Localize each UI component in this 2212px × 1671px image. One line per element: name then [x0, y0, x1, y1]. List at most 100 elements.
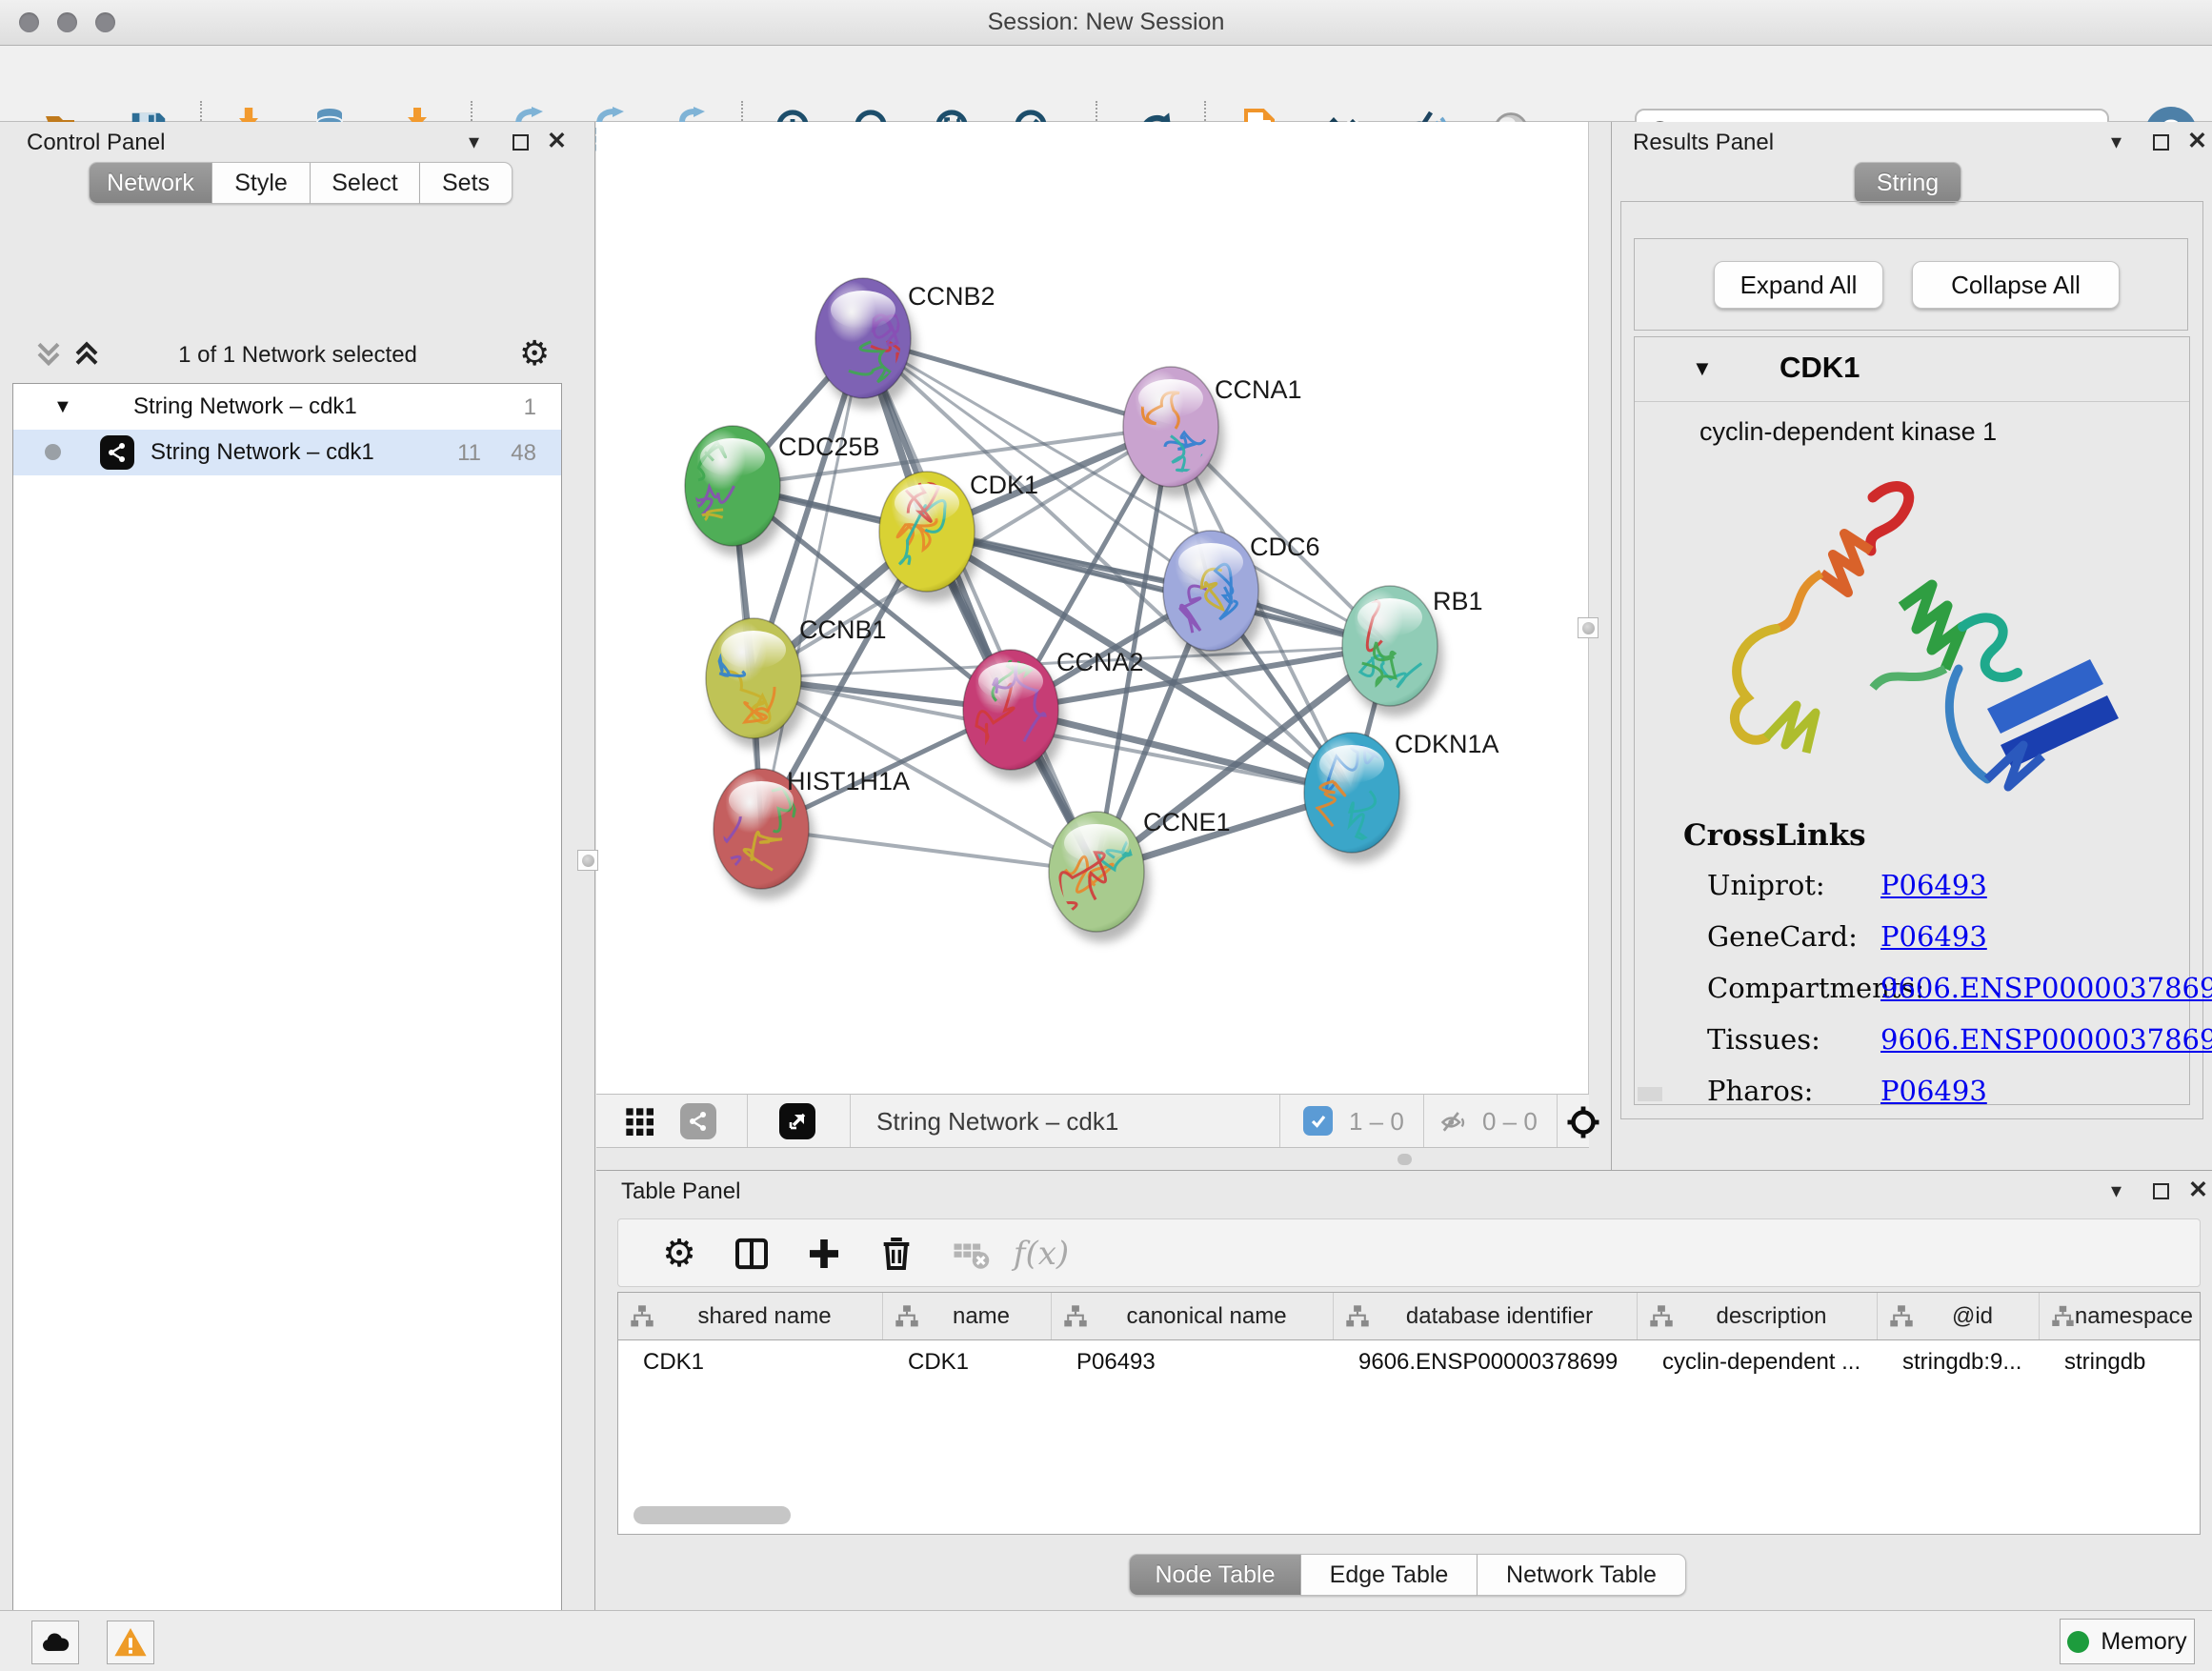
network-graph[interactable]: CCNB2CCNA1CDC25BCDK1CDC6RB1CCNB1CCNA2CDK… [596, 122, 1589, 1094]
column-header--id[interactable]: @id [1878, 1293, 2040, 1339]
column-header-database-identifier[interactable]: database identifier [1334, 1293, 1638, 1339]
panel-float-icon[interactable] [513, 134, 529, 151]
crosslink-genecard[interactable]: P06493 [1880, 920, 1987, 953]
panel-float-icon[interactable] [2153, 134, 2169, 151]
network-row[interactable]: String Network – cdk1 11 48 [13, 430, 561, 475]
gene-section-header[interactable]: ▼ CDK1 [1635, 337, 2189, 402]
horizontal-splitter[interactable] [596, 1149, 1589, 1170]
string-network-badge-icon[interactable] [680, 1103, 716, 1139]
panel-close-icon[interactable]: ✕ [2188, 1176, 2208, 1204]
table-cell[interactable]: stringdb:9... [1878, 1340, 2040, 1384]
collection-label: String Network – cdk1 [133, 393, 357, 420]
string-app-icon [100, 435, 134, 470]
tab-select[interactable]: Select [311, 162, 420, 204]
warning-button[interactable] [107, 1621, 154, 1664]
delete-column-icon[interactable] [874, 1231, 919, 1277]
network-node-HIST1H1A[interactable]: HIST1H1A [714, 767, 910, 899]
table-cell[interactable]: 9606.ENSP00000378699 [1334, 1340, 1638, 1384]
crosslink-uniprot[interactable]: P06493 [1880, 869, 1987, 901]
column-header-shared-name[interactable]: shared name [618, 1293, 883, 1339]
network-edge-CCNB2-HIST1H1A[interactable] [761, 338, 863, 829]
tab-string[interactable]: String [1854, 162, 1961, 204]
network-collection-row[interactable]: ▼ String Network – cdk1 1 [13, 384, 561, 430]
tab-node-table[interactable]: Node Table [1129, 1554, 1301, 1596]
collapse-arrow-icon[interactable]: ▼ [1692, 356, 1713, 381]
node-label-CDC25B: CDC25B [778, 433, 880, 461]
column-label: database identifier [1370, 1303, 1637, 1330]
network-node-RB1[interactable]: RB1 [1342, 586, 1483, 716]
crosslink-label: Uniprot: [1707, 869, 1825, 901]
panel-float-icon[interactable] [2153, 1183, 2169, 1199]
birds-eye-grid-icon[interactable] [625, 1107, 655, 1137]
column-label: name [919, 1303, 1051, 1330]
left-splitter-handle[interactable] [577, 850, 598, 871]
collapse-all-button[interactable]: Collapse All [1912, 261, 2120, 309]
table-cell[interactable]: stringdb [2040, 1340, 2201, 1384]
window-title: Session: New Session [0, 9, 2212, 36]
collapse-arrow-icon[interactable]: ▼ [53, 396, 72, 418]
column-label: namespace [2075, 1303, 2201, 1330]
crosslink-compartments[interactable]: 9606.ENSP00000378699 [1880, 972, 2212, 1004]
table-cell[interactable]: cyclin-dependent ... [1638, 1340, 1878, 1384]
crosshair-icon[interactable] [1566, 1105, 1600, 1139]
splitter-grip[interactable] [1398, 1154, 1412, 1165]
horizontal-scrollbar-thumb[interactable] [633, 1506, 791, 1524]
network-node-CCNA1[interactable]: CCNA1 [1123, 367, 1302, 497]
network-node-CDC25B[interactable]: CDC25B [685, 426, 880, 556]
network-view-canvas[interactable]: CCNB2CCNA1CDC25BCDK1CDC6RB1CCNB1CCNA2CDK… [596, 122, 1589, 1094]
open-in-window-icon[interactable] [779, 1103, 815, 1139]
column-header-namespace[interactable]: namespace [2040, 1293, 2201, 1339]
crosslink-pharos[interactable]: P06493 [1880, 1075, 1987, 1107]
hierarchy-icon [1649, 1304, 1674, 1329]
node-table[interactable]: shared name namecanonical name database id… [617, 1292, 2201, 1535]
show-columns-icon[interactable] [729, 1231, 774, 1277]
network-node-CDC6[interactable]: CDC6 [1163, 531, 1320, 661]
table-panel-title: Table Panel [621, 1178, 740, 1205]
column-header-description[interactable]: description [1638, 1293, 1878, 1339]
tab-sets[interactable]: Sets [420, 162, 513, 204]
footer-separator [747, 1095, 748, 1147]
tab-network-table[interactable]: Network Table [1478, 1554, 1686, 1596]
cloud-button[interactable] [31, 1621, 79, 1664]
crosslink-tissues[interactable]: 9606.ENSP00000378699 [1880, 1023, 2212, 1056]
column-header-canonical-name[interactable]: canonical name [1052, 1293, 1334, 1339]
cloud-icon [38, 1625, 72, 1660]
gene-description: cyclin-dependent kinase 1 [1699, 417, 1997, 447]
selected-checkbox[interactable] [1303, 1106, 1333, 1136]
column-header-name[interactable]: name [883, 1293, 1052, 1339]
panel-close-icon[interactable]: ✕ [2187, 127, 2207, 155]
panel-menu-icon[interactable]: ▾ [2111, 130, 2122, 154]
tab-network[interactable]: Network [89, 162, 212, 204]
footer-separator [1557, 1095, 1558, 1147]
table-row[interactable]: CDK1CDK1P064939606.ENSP00000378699cyclin… [618, 1340, 2200, 1384]
node-label-HIST1H1A: HIST1H1A [787, 767, 910, 795]
gene-name: CDK1 [1780, 351, 1860, 385]
network-node-CCNB1[interactable]: CCNB1 [706, 615, 887, 749]
add-column-icon[interactable] [801, 1231, 847, 1277]
memory-button[interactable]: Memory [2060, 1619, 2195, 1664]
function-builder-icon: f(x) [1018, 1231, 1064, 1277]
table-cell[interactable]: P06493 [1052, 1340, 1334, 1384]
panel-menu-icon[interactable]: ▾ [2111, 1178, 2122, 1203]
gear-icon[interactable]: ⚙ [519, 333, 550, 373]
control-panel-title: Control Panel [27, 130, 165, 156]
table-gear-icon[interactable]: ⚙ [656, 1231, 702, 1277]
footer-separator [1279, 1095, 1280, 1147]
tab-style[interactable]: Style [212, 162, 311, 204]
expand-all-button[interactable]: Expand All [1714, 261, 1883, 309]
tab-edge-table[interactable]: Edge Table [1301, 1554, 1478, 1596]
protein-structure-image [1673, 459, 2168, 812]
expand-collapse-box: Expand All Collapse All [1634, 238, 2188, 331]
table-cell[interactable]: CDK1 [618, 1340, 883, 1384]
network-node-CDKN1A[interactable]: CDKN1A [1304, 730, 1499, 863]
table-cell[interactable]: CDK1 [883, 1340, 1052, 1384]
panel-close-icon[interactable]: ✕ [547, 127, 567, 155]
network-node-CCNB2[interactable]: CCNB2 [815, 278, 995, 409]
panel-menu-icon[interactable]: ▾ [469, 130, 479, 154]
delete-table-icon [948, 1231, 994, 1277]
node-label-CCNA1: CCNA1 [1215, 375, 1302, 404]
right-splitter-handle[interactable] [1578, 617, 1599, 638]
hierarchy-icon [630, 1304, 654, 1329]
network-node-CCNE1[interactable]: CCNE1 [1049, 808, 1231, 942]
table-panel-header: Table Panel ▾ ✕ [596, 1171, 2212, 1209]
